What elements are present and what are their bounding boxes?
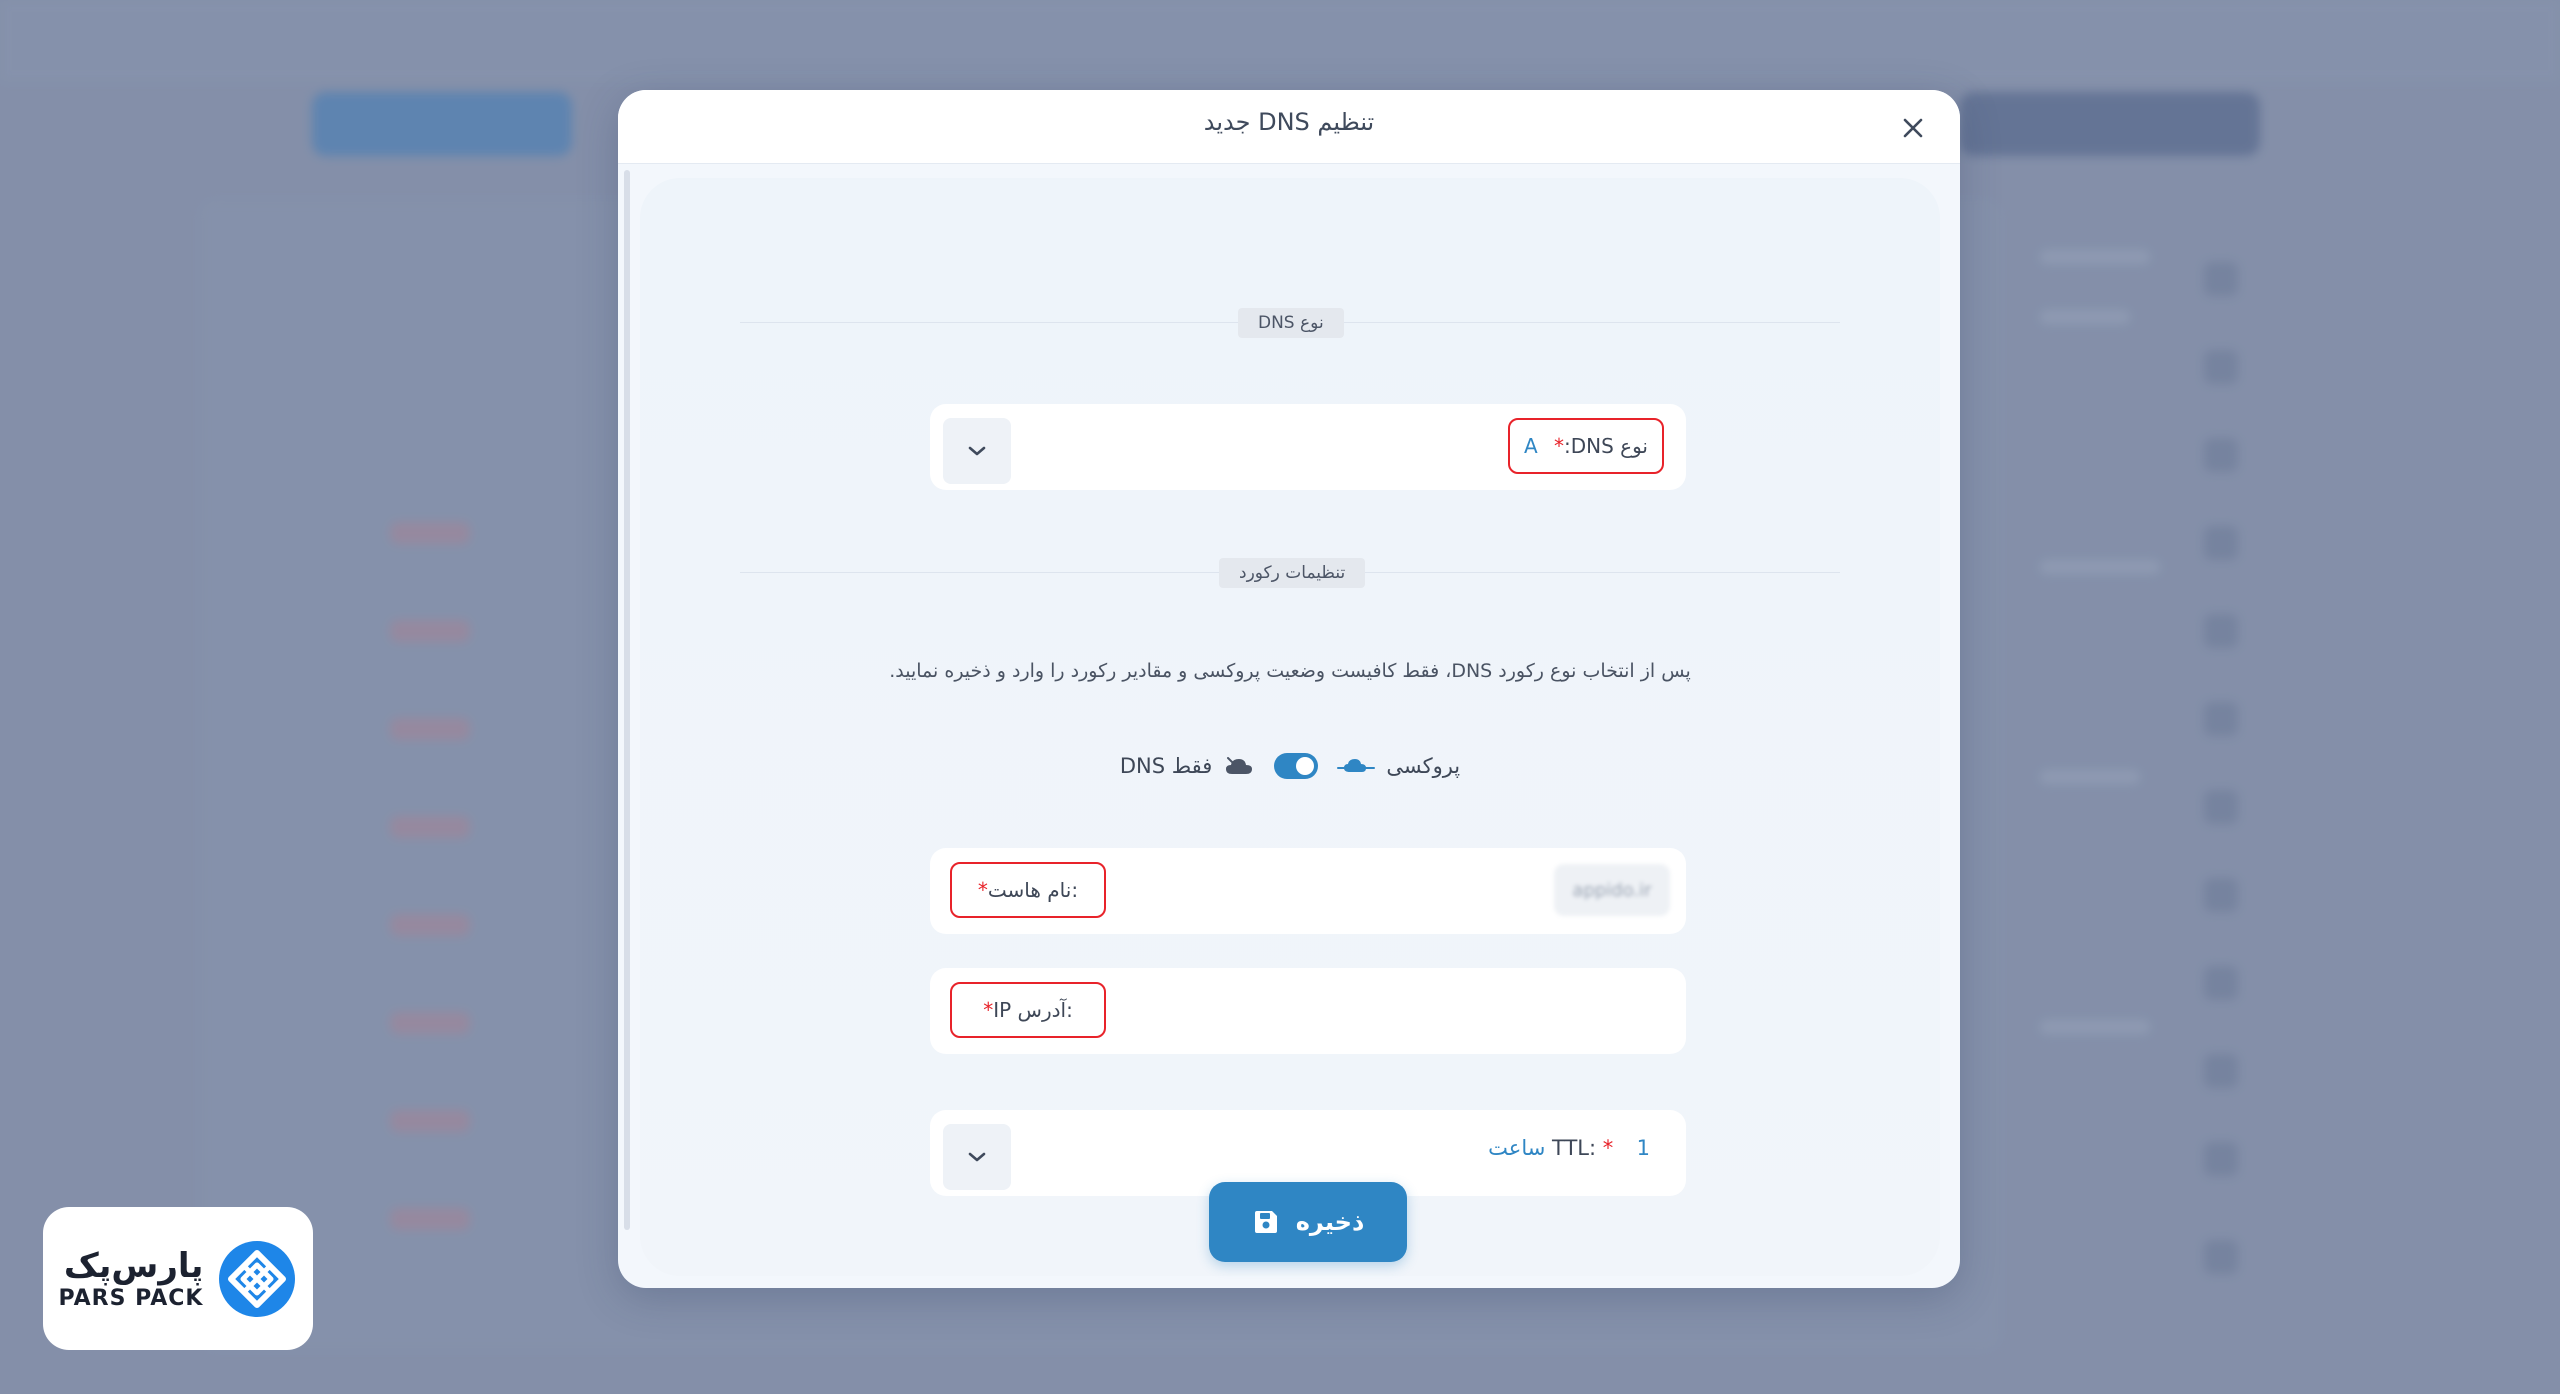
- required-mark: *: [1602, 1136, 1614, 1160]
- new-dns-modal: تنظیم DNS جدید نوع DNS نوع DNS: * A تنظی…: [618, 90, 1960, 1288]
- chevron-down-icon: [968, 446, 986, 456]
- ttl-label-text: TTL:: [1552, 1136, 1597, 1160]
- required-mark: *: [1553, 434, 1564, 458]
- dns-only-option[interactable]: فقط DNS: [1120, 754, 1257, 778]
- required-mark: *: [983, 998, 994, 1022]
- proxy-toggle-switch[interactable]: [1274, 753, 1319, 779]
- modal-scrollbar[interactable]: [624, 170, 630, 1230]
- host-name-label: :نام هاست *: [950, 862, 1106, 918]
- proxy-option[interactable]: پروکسی: [1336, 754, 1460, 778]
- save-button-label: ذخیره: [1295, 1208, 1365, 1236]
- save-icon: [1254, 1211, 1277, 1233]
- brand-name-en: PARS PACK: [58, 1286, 204, 1311]
- brand-text: پارس‌پک PARS PACK: [59, 1246, 204, 1311]
- dns-type-label: نوع DNS: * A: [1508, 418, 1664, 474]
- dns-type-value: A: [1524, 434, 1538, 458]
- close-icon: [1903, 118, 1923, 138]
- helper-text: پس از انتخاب نوع رکورد DNS، فقط کافیست و…: [889, 660, 1691, 682]
- modal-body: نوع DNS نوع DNS: * A تنظیمات رکورد پس از…: [640, 178, 1940, 1276]
- brand-logo-card: پارس‌پک PARS PACK: [43, 1207, 313, 1350]
- ttl-label: TTL: * 1 ساعت: [1488, 1136, 1650, 1160]
- save-button[interactable]: ذخیره: [1209, 1182, 1407, 1262]
- toggle-knob: [1296, 757, 1315, 775]
- modal-header: تنظیم DNS جدید: [618, 90, 1960, 164]
- dns-type-dropdown-button[interactable]: [943, 418, 1011, 484]
- cloud-dns-only-icon: [1226, 757, 1253, 774]
- section-divider-dns-type: نوع DNS: [740, 308, 1840, 338]
- proxy-toggle-row: پروکسی فقط DNS: [640, 746, 1940, 786]
- close-button[interactable]: [1897, 112, 1929, 144]
- ttl-dropdown-button[interactable]: [943, 1124, 1011, 1190]
- host-name-label-text: :نام هاست: [987, 878, 1079, 902]
- ip-address-label-text: :آدرس IP: [993, 998, 1073, 1022]
- dns-only-label: فقط DNS: [1119, 754, 1213, 778]
- dns-type-label-text: نوع DNS:: [1563, 434, 1648, 458]
- section-title-dns-type: نوع DNS: [1238, 308, 1344, 338]
- modal-title: تنظیم DNS جدید: [1203, 108, 1375, 136]
- ip-address-field[interactable]: :آدرس IP *: [930, 968, 1686, 1054]
- brand-name-fa: پارس‌پک: [63, 1246, 204, 1286]
- section-title-record-settings: تنظیمات رکورد: [1219, 558, 1366, 588]
- dns-type-select[interactable]: نوع DNS: * A: [930, 404, 1686, 490]
- ip-address-label: :آدرس IP *: [950, 982, 1106, 1038]
- cloud-proxy-icon: [1337, 759, 1376, 772]
- section-divider-record-settings: تنظیمات رکورد: [740, 558, 1840, 588]
- proxy-label: پروکسی: [1386, 754, 1461, 778]
- parspack-logo-icon: [219, 1240, 296, 1317]
- host-name-field[interactable]: appido.ir :نام هاست *: [930, 848, 1686, 934]
- host-domain-suffix: appido.ir: [1554, 864, 1670, 916]
- chevron-down-icon: [968, 1152, 986, 1162]
- required-mark: *: [977, 878, 988, 902]
